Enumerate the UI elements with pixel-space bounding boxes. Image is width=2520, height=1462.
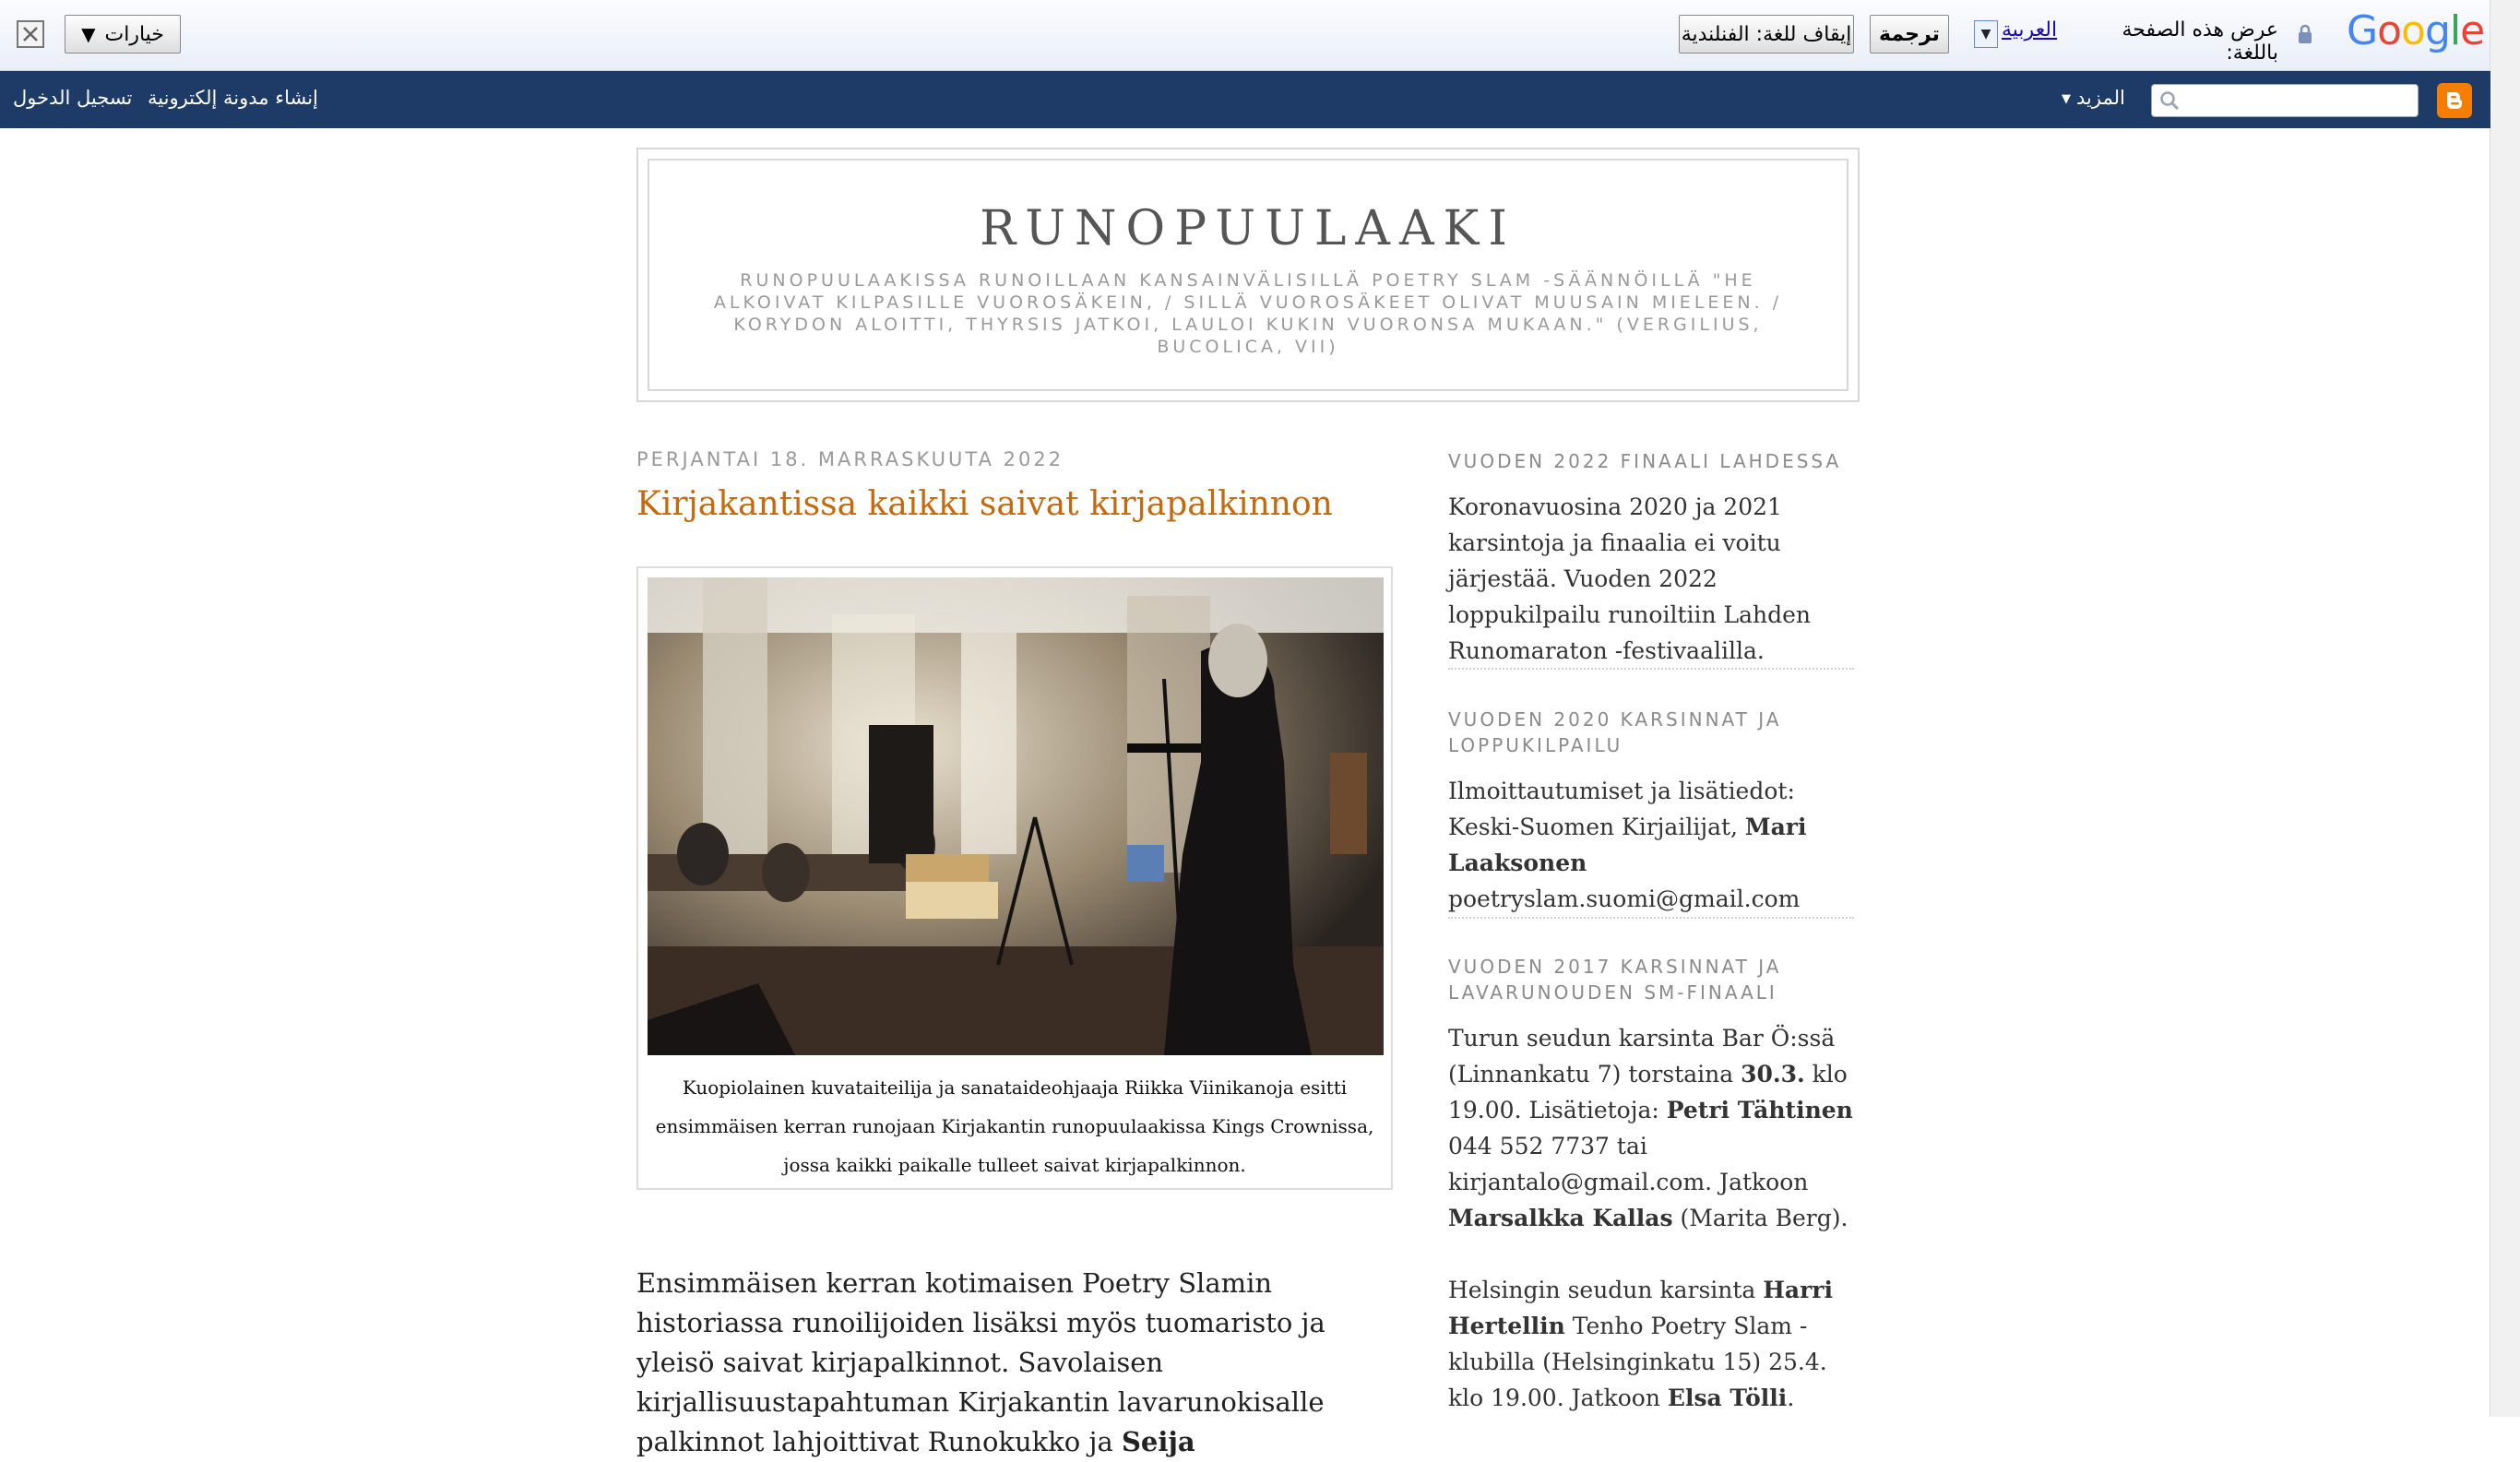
- translate-prompt: عرض هذه الصفحة باللغة:: [2122, 18, 2278, 65]
- logo-letter: g: [2424, 7, 2451, 54]
- widget-text: Helsingin seudun karsinta Harri Hertelli…: [1448, 1272, 1854, 1416]
- translate-bar: ▼ خيارات إيقاف للغة: الفنلندية ترجمة ▼ ا…: [0, 0, 2490, 71]
- more-menu[interactable]: ▼ المزيد: [2062, 87, 2125, 109]
- post-body: Ensimmäisen kerran kotimaisen Poetry Sla…: [636, 1264, 1393, 1462]
- text-bold: 30.3.: [1741, 1061, 1805, 1088]
- google-logo: Google: [2347, 7, 2485, 54]
- logo-letter: o: [2377, 7, 2402, 54]
- logo-letter: e: [2460, 7, 2485, 54]
- widget-heading: VUODEN 2020 KARSINNAT JA LOPPUKILPAILU: [1448, 708, 1782, 756]
- text-bold: Marsalkka Kallas: [1448, 1205, 1673, 1231]
- lock-icon: [2297, 24, 2313, 48]
- caret-down-icon: ▼: [81, 23, 96, 45]
- blog-title[interactable]: RUNOPUULAAKI: [649, 201, 1847, 256]
- translate-button[interactable]: ترجمة: [1870, 15, 1949, 53]
- caret-down-icon: ▼: [2062, 92, 2071, 106]
- close-icon[interactable]: [17, 20, 44, 48]
- sidebar-divider: [1448, 668, 1854, 670]
- widget-text: Turun seudun karsinta Bar Ö:ssä (Linnank…: [1448, 1020, 1854, 1236]
- blogger-navbar: تسجيل الدخول إنشاء مدونة إلكترونية ▼ المز…: [0, 71, 2490, 128]
- post-date: PERJANTAI 18. MARRASKUUTA 2022: [636, 448, 1064, 470]
- post-body-bold: Seija: [1121, 1426, 1195, 1457]
- widget-text-part: Ilmoittautumiset ja lisätiedot: Keski-Su…: [1448, 778, 1795, 840]
- language-dropdown-icon[interactable]: ▼: [1974, 20, 1998, 48]
- create-blog-link[interactable]: إنشاء مدونة إلكترونية: [148, 87, 318, 109]
- contact-email: poetryslam.suomi@gmail.com: [1448, 886, 1801, 912]
- text-bold: Elsa Tölli: [1667, 1385, 1788, 1411]
- widget-text: Koronavuosina 2020 ja 2021 karsintoja ja…: [1448, 493, 1812, 664]
- language-select[interactable]: العربية: [2002, 18, 2057, 42]
- blog-header-inner: RUNOPUULAAKI RUNOPUULAAKISSA runoillaan …: [648, 159, 1848, 391]
- options-label: خيارات: [104, 22, 164, 46]
- logo-letter: l: [2449, 7, 2461, 54]
- login-link[interactable]: تسجيل الدخول: [13, 87, 132, 109]
- sidebar-widget-2022: VUODEN 2022 FINAALI LAHDESSA Koronavuosi…: [1448, 448, 1854, 669]
- post-body-text: Ensimmäisen kerran kotimaisen Poetry Sla…: [636, 1267, 1325, 1457]
- widget-heading: VUODEN 2017 KARSINNAT JA LAVARUNOUDEN SM…: [1448, 956, 1782, 1004]
- photo-caption: Kuopiolainen kuvataiteilija ja sanataide…: [655, 1076, 1374, 1176]
- blog-header: RUNOPUULAAKI RUNOPUULAAKISSA runoillaan …: [636, 148, 1860, 402]
- scrollbar[interactable]: [2490, 0, 2520, 1417]
- blog-description: RUNOPUULAAKISSA runoillaan kansainvälisi…: [713, 270, 1783, 357]
- text-bold: Petri Tähtinen: [1666, 1097, 1853, 1123]
- text-part: 044 552 7737 tai kirjantalo@gmail.com. J…: [1448, 1133, 1809, 1195]
- text-part: Helsingin seudun karsinta: [1448, 1277, 1764, 1303]
- text-part: (Marita Berg).: [1672, 1205, 1848, 1231]
- sidebar-divider: [1448, 917, 1854, 919]
- widget-text: Ilmoittautumiset ja lisätiedot: Keski-Su…: [1448, 773, 1854, 917]
- sidebar-widget-2017: VUODEN 2017 KARSINNAT JA LAVARUNOUDEN SM…: [1448, 954, 1854, 1416]
- post-figure: Kuopiolainen kuvataiteilija ja sanataide…: [636, 566, 1393, 1190]
- search-icon: [2159, 90, 2180, 114]
- options-button[interactable]: ▼ خيارات: [65, 15, 181, 53]
- logo-letter: o: [2401, 7, 2426, 54]
- more-label: المزيد: [2076, 87, 2125, 109]
- search-input[interactable]: [2151, 84, 2419, 117]
- post-title[interactable]: Kirjakantissa kaikki saivat kirjapalkinn…: [636, 485, 1333, 523]
- logo-letter: G: [2347, 7, 2378, 54]
- text-part: .: [1787, 1385, 1795, 1411]
- blogger-icon[interactable]: [2437, 83, 2472, 118]
- post-photo[interactable]: [648, 577, 1384, 1055]
- sidebar-widget-2020: VUODEN 2020 KARSINNAT JA LOPPUKILPAILU I…: [1448, 707, 1854, 917]
- stop-translating-button[interactable]: إيقاف للغة: الفنلندية: [1679, 15, 1854, 53]
- widget-heading: VUODEN 2022 FINAALI LAHDESSA: [1448, 450, 1842, 472]
